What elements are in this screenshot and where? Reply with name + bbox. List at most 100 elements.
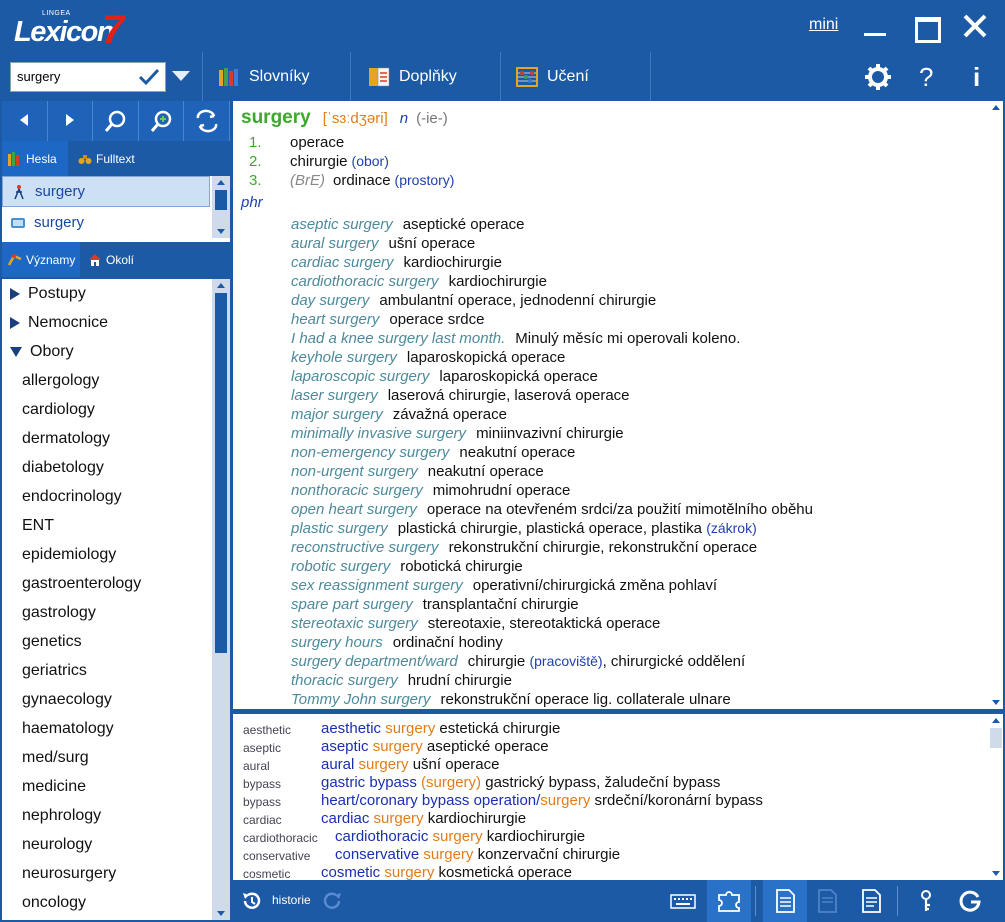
minimize-button[interactable] xyxy=(862,12,890,40)
related-row[interactable]: cosmetic cosmetic surgery kosmetická oper… xyxy=(243,864,983,880)
search-input[interactable] xyxy=(17,69,137,84)
tree-leaf[interactable]: epidemiology xyxy=(2,540,212,569)
dictionaries-button[interactable]: Slovníky xyxy=(218,52,309,101)
phrase-english[interactable]: cardiac surgery xyxy=(291,254,394,271)
document-icon[interactable] xyxy=(772,889,798,913)
history-label[interactable]: historie xyxy=(272,893,311,907)
related-row[interactable]: bypass gastric bypass (surgery) gastrický… xyxy=(243,774,983,792)
tab-meanings[interactable]: Významy xyxy=(2,242,80,277)
phrase-english[interactable]: spare part surgery xyxy=(291,596,413,613)
phrase-english[interactable]: stereotaxic surgery xyxy=(291,615,418,632)
phrase-english[interactable]: I had a knee surgery last month. xyxy=(291,330,505,347)
history-back-icon[interactable] xyxy=(241,890,263,912)
document-lines-icon[interactable] xyxy=(858,889,884,913)
tree-scrollbar[interactable] xyxy=(212,279,230,920)
phrase-english[interactable]: open heart surgery xyxy=(291,501,417,518)
tree-leaf[interactable]: ENT xyxy=(2,511,212,540)
forward-button[interactable] xyxy=(48,101,94,141)
tree-leaf[interactable]: neurology xyxy=(2,830,212,859)
phrase-english[interactable]: plastic surgery xyxy=(291,520,388,537)
sense-translation[interactable]: chirurgie xyxy=(290,152,348,171)
related-row[interactable]: bypass heart/coronary bypass operation/su… xyxy=(243,792,983,810)
headword-item[interactable]: surgery xyxy=(2,207,210,238)
related-row[interactable]: cardiac cardiac surgery kardiochirurgie xyxy=(243,810,983,828)
related-row[interactable]: conservative conservative surgery konzerv… xyxy=(243,846,983,864)
tree-group[interactable]: Obory xyxy=(2,337,212,366)
help-button[interactable]: ? xyxy=(919,63,939,91)
tab-surroundings[interactable]: Okolí xyxy=(82,242,152,277)
history-forward-icon[interactable] xyxy=(321,890,343,912)
tab-headwords[interactable]: Hesla xyxy=(2,141,68,176)
tree-leaf[interactable]: dermatology xyxy=(2,424,212,453)
related-row[interactable]: aural aural surgery ušní operace xyxy=(243,756,983,774)
entry-pronunciation[interactable]: [ˈsɜːdʒəri] xyxy=(323,110,388,127)
phrase-english[interactable]: heart surgery xyxy=(291,311,379,328)
phrase-english[interactable]: laser surgery xyxy=(291,387,378,404)
phrase-english[interactable]: robotic surgery xyxy=(291,558,390,575)
phrase-english[interactable]: day surgery xyxy=(291,292,369,309)
phrase-english[interactable]: major surgery xyxy=(291,406,383,423)
phrase-english[interactable]: thoracic surgery xyxy=(291,672,398,689)
tree-leaf[interactable]: gastrology xyxy=(2,598,212,627)
search-button[interactable] xyxy=(93,101,139,141)
sense-translation[interactable]: operace xyxy=(290,133,344,152)
tree-leaf[interactable]: geriatrics xyxy=(2,656,212,685)
phrase-english[interactable]: aural surgery xyxy=(291,235,379,252)
check-icon[interactable] xyxy=(137,65,161,89)
related-row[interactable]: aseptic aseptic surgery aseptické operace xyxy=(243,738,983,756)
headword-scrollbar[interactable] xyxy=(212,176,230,238)
tree-leaf[interactable]: haematology xyxy=(2,714,212,743)
tree-leaf[interactable]: gastroenterology xyxy=(2,569,212,598)
tree-leaf[interactable]: genetics xyxy=(2,627,212,656)
zoom-button[interactable] xyxy=(139,101,185,141)
back-button[interactable] xyxy=(2,101,48,141)
sense-translation[interactable]: ordinace xyxy=(333,171,391,190)
tab-fulltext[interactable]: Fulltext xyxy=(72,141,152,176)
phrase-english[interactable]: surgery department/ward xyxy=(291,653,458,670)
tree-leaf[interactable]: neurosurgery xyxy=(2,859,212,888)
phrase-english[interactable]: minimally invasive surgery xyxy=(291,425,466,442)
tree-group[interactable]: Nemocnice xyxy=(2,308,212,337)
tree-leaf[interactable]: allergology xyxy=(2,366,212,395)
tree-leaf[interactable]: cardiology xyxy=(2,395,212,424)
swap-direction-button[interactable] xyxy=(184,101,230,141)
document-disabled-icon[interactable] xyxy=(814,889,840,913)
related-row[interactable]: cardiothoracic cardiothoracic surgery kar… xyxy=(243,828,983,846)
tree-leaf[interactable]: endocrinology xyxy=(2,482,212,511)
phrase-english[interactable]: reconstructive surgery xyxy=(291,539,439,556)
gear-icon[interactable] xyxy=(864,63,892,91)
close-button[interactable] xyxy=(961,12,989,40)
phrase-english[interactable]: keyhole surgery xyxy=(291,349,397,366)
tree-leaf[interactable]: gynaecology xyxy=(2,685,212,714)
search-history-dropdown[interactable] xyxy=(172,71,190,81)
learning-button[interactable]: Učení xyxy=(516,52,589,101)
related-scrollbar[interactable] xyxy=(989,714,1003,880)
phrase-english[interactable]: non-emergency surgery xyxy=(291,444,449,461)
phrase-english[interactable]: non-urgent surgery xyxy=(291,463,418,480)
info-button[interactable]: i xyxy=(973,63,985,91)
mini-mode-button[interactable]: mini xyxy=(809,16,838,34)
maximize-button[interactable] xyxy=(912,12,941,43)
keyboard-icon[interactable] xyxy=(670,889,696,913)
entry-scrollbar[interactable] xyxy=(989,101,1003,709)
phrase-english[interactable]: Tommy John surgery xyxy=(291,691,431,708)
phrase-english[interactable]: cardiothoracic surgery xyxy=(291,273,439,290)
google-icon[interactable] xyxy=(957,889,983,913)
phrase-english[interactable]: nonthoracic surgery xyxy=(291,482,423,499)
tree-leaf[interactable]: medicine xyxy=(2,772,212,801)
tree-leaf[interactable]: diabetology xyxy=(2,453,212,482)
tree-group[interactable]: Postupy xyxy=(2,279,212,308)
phrase-english[interactable]: laparoscopic surgery xyxy=(291,368,429,385)
puzzle-icon[interactable] xyxy=(716,889,742,913)
headword-item[interactable]: surgery xyxy=(2,176,210,207)
tree-leaf[interactable]: nephrology xyxy=(2,801,212,830)
key-icon[interactable] xyxy=(913,889,939,913)
related-row[interactable]: aesthetic aesthetic surgery estetická chi… xyxy=(243,720,983,738)
phrase-note: (zákrok) xyxy=(706,520,757,536)
phrase-english[interactable]: sex reassignment surgery xyxy=(291,577,463,594)
tree-leaf[interactable]: oncology xyxy=(2,888,212,917)
tree-leaf[interactable]: med/surg xyxy=(2,743,212,772)
phrase-english[interactable]: aseptic surgery xyxy=(291,216,393,233)
addons-button[interactable]: Doplňky xyxy=(368,52,457,101)
phrase-english[interactable]: surgery hours xyxy=(291,634,383,651)
